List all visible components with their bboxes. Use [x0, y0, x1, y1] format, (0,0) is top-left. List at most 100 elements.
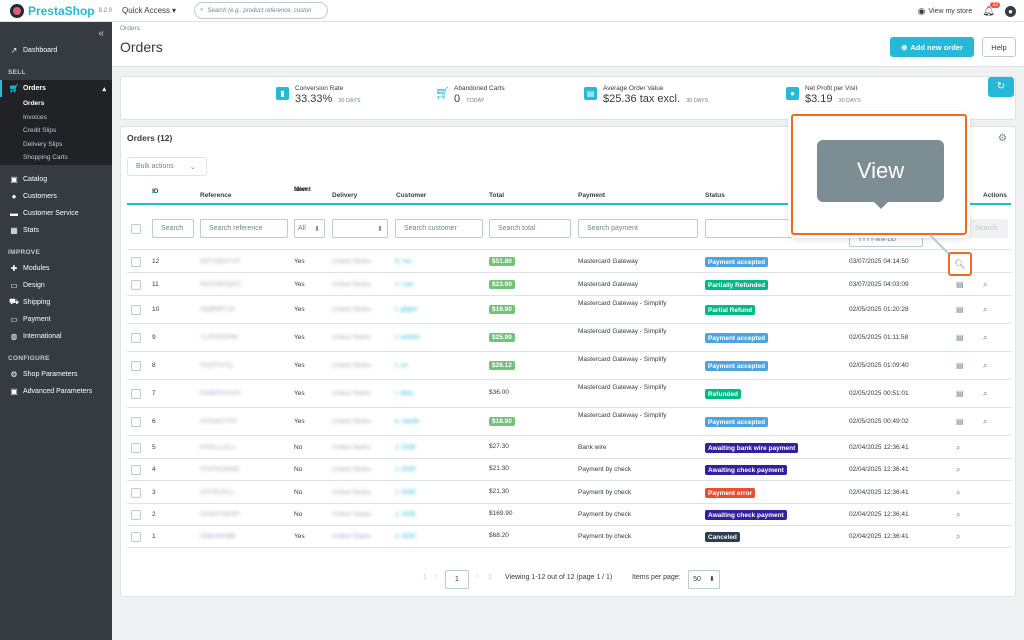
kpi-abandoned-carts[interactable]: 🛒︎ Abandoned Carts 0 TODAY [435, 85, 505, 105]
sidebar-item-dashboard[interactable]: ↗ Dashboard [0, 42, 112, 59]
filter-status-select[interactable] [705, 219, 795, 238]
customer-name[interactable]: J. DOE [395, 466, 416, 473]
column-reference[interactable]: Reference [200, 192, 231, 199]
status-badge[interactable]: Refunded [705, 389, 741, 399]
row-checkbox[interactable] [131, 417, 141, 427]
customer-name[interactable]: I. wefdrd [395, 334, 420, 341]
filter-date-to-input[interactable]: YYYY-MM-DD [849, 233, 923, 247]
magnifier-icon[interactable]: ⌕ [983, 333, 987, 343]
row-checkbox[interactable] [131, 257, 141, 267]
filter-reference-input[interactable]: Search reference [200, 219, 288, 238]
row-checkbox[interactable] [131, 532, 141, 542]
breadcrumb[interactable]: Orders [120, 25, 140, 32]
notifications-button[interactable]: 🔔︎ 22 [982, 1, 1000, 17]
sidebar-subitem-shopping-carts[interactable]: Shopping Carts [0, 151, 112, 165]
sidebar-item-advanced-parameters[interactable]: ▣ Advanced Parameters [0, 383, 112, 400]
sidebar-item-payment[interactable]: ▭ Payment [0, 311, 112, 328]
sidebar-subitem-delivery-slips[interactable]: Delivery Slips [0, 137, 112, 151]
customer-name[interactable]: J. DOE [395, 533, 416, 540]
table-row[interactable]: 10 HQBRRTJA Yes United States I. gdgrd $19.90… [127, 296, 1011, 324]
sidebar-item-customer-service[interactable]: ▬ Customer Service [0, 205, 112, 222]
page-input[interactable]: 1 [445, 570, 469, 589]
invoice-icon[interactable]: ▤ [956, 280, 964, 289]
table-row[interactable]: 1 XKBHNHBB Yes United States J. DOE $68.20 Pay… [127, 526, 1011, 548]
search-input[interactable]: ⌕ Search (e.g.: product reference, custo… [194, 2, 329, 19]
customer-name[interactable]: I. ifdss [395, 390, 414, 397]
quick-access-dropdown[interactable]: Quick Access ▾ [122, 6, 176, 15]
sidebar-item-orders[interactable]: 🛒︎ Orders ▴ [0, 80, 112, 97]
kpi-conversion-rate[interactable]: ▮ Conversion Rate 33.33% 30 DAYS [276, 85, 361, 105]
sidebar-item-customers[interactable]: ● Customers [0, 188, 112, 205]
table-row[interactable]: 8 FKQTHITQ Yes United States I. uri $26.12 Mas… [127, 352, 1011, 380]
view-store-link[interactable]: ◉ View my store [918, 6, 973, 17]
sidebar-item-catalog[interactable]: ▣ Catalog [0, 171, 112, 188]
table-row[interactable]: 9 YLIPZSOHM Yes United States I. wefdrd $25.9… [127, 324, 1011, 352]
refresh-button[interactable]: ↻ [988, 77, 1014, 97]
items-per-page-select[interactable]: 50 ⬍ [688, 570, 720, 589]
last-page-button[interactable]: 1 [488, 574, 492, 581]
filter-customer-input[interactable]: Search customer [395, 219, 483, 238]
column-status[interactable]: Status [705, 192, 725, 199]
sidebar-item-modules[interactable]: ✚ Modules [0, 260, 112, 277]
customer-name[interactable]: I. gdgrd [395, 306, 417, 313]
customer-name[interactable]: I. uri [395, 362, 408, 369]
column-delivery[interactable]: Delivery [332, 192, 357, 199]
customer-name[interactable]: J. DOE [395, 444, 416, 451]
status-badge[interactable]: Payment accepted [705, 361, 769, 371]
magnifier-icon[interactable]: ⌕ [983, 305, 987, 315]
invoice-icon[interactable]: ▤ [956, 417, 964, 426]
bulk-actions-dropdown[interactable]: Bulk actions ⌄ [127, 157, 207, 176]
kpi-net-profit[interactable]: ● Net Profit per Visit $3.19 30 DAYS [786, 85, 861, 105]
magnifier-icon[interactable]: ⌕ [983, 361, 987, 371]
status-badge[interactable]: Payment accepted [705, 333, 769, 343]
filter-id-input[interactable]: Search [152, 219, 194, 238]
invoice-icon[interactable]: ▤ [956, 333, 964, 342]
chevron-right-icon[interactable]: › [476, 573, 478, 580]
status-badge[interactable]: Payment accepted [705, 257, 769, 267]
status-badge[interactable]: Awaiting bank wire payment [705, 443, 799, 453]
logo[interactable]: PrestaShop 8.2.0 [0, 3, 112, 18]
row-checkbox[interactable] [131, 443, 141, 453]
invoice-icon[interactable]: ▤ [956, 361, 964, 370]
magnifier-icon[interactable]: ⌕ [956, 443, 960, 453]
status-badge[interactable]: Partially Refunded [705, 280, 769, 290]
search-filter-button[interactable]: Search [968, 219, 1008, 238]
status-badge[interactable]: Awaiting check payment [705, 510, 787, 520]
sidebar-item-stats[interactable]: ▦ Stats [0, 222, 112, 239]
invoice-icon[interactable]: ▤ [956, 389, 964, 398]
customer-name[interactable]: J. DOE [395, 489, 416, 496]
add-new-order-button[interactable]: ⊕ Add new order [890, 37, 974, 57]
customer-name[interactable]: J. DOE [395, 511, 416, 518]
row-checkbox[interactable] [131, 389, 141, 399]
row-checkbox[interactable] [131, 510, 141, 520]
customer-name[interactable]: J. Lee [395, 281, 413, 288]
sidebar-subitem-invoices[interactable]: Invoices [0, 110, 112, 124]
first-page-button[interactable]: 1 [423, 574, 427, 581]
table-row[interactable]: 7 EWBPHYKZK Yes United States I. ifdss $36.00… [127, 380, 1011, 408]
sidebar-subitem-orders[interactable]: Orders [0, 97, 112, 111]
sidebar-item-shop-parameters[interactable]: ⚙ Shop Parameters [0, 366, 112, 383]
magnifier-icon[interactable]: ⌕ [983, 389, 987, 399]
table-row[interactable]: 5 KHNLLLELL No United States J. DOE $27.30 Ban… [127, 436, 1011, 459]
filter-payment-input[interactable]: Search payment [578, 219, 698, 238]
column-payment[interactable]: Payment [578, 192, 605, 199]
sidebar-item-shipping[interactable]: ⛟ Shipping [0, 294, 112, 311]
help-button[interactable]: Help [982, 37, 1016, 57]
row-checkbox[interactable] [131, 361, 141, 371]
filter-new-client-select[interactable]: All ⬍ [294, 219, 325, 238]
column-total[interactable]: Total [489, 192, 504, 199]
table-row[interactable]: 6 DXSWGTFP Yes United States e. wasfe $18.90 M… [127, 408, 1011, 436]
view-button-highlighted[interactable]: 🔍︎ [948, 252, 972, 276]
sidebar-subitem-credit-slips[interactable]: Credit Slips [0, 124, 112, 138]
status-badge[interactable]: Canceled [705, 532, 740, 542]
magnifier-icon[interactable]: ⌕ [956, 465, 960, 475]
table-row[interactable]: 3 UOYEVDLL No United States J. DOE $21.30 Paym… [127, 481, 1011, 504]
status-badge[interactable]: Payment error [705, 488, 756, 498]
row-checkbox[interactable] [131, 333, 141, 343]
table-row[interactable]: 11 INCGWOQEC Yes United States J. Lee $23.90 M… [127, 273, 1011, 296]
table-row[interactable]: 4 FFATNOMNE No United States J. DOE $21.30 Pay… [127, 459, 1011, 481]
user-avatar-icon[interactable]: ● [1005, 5, 1016, 17]
row-checkbox[interactable] [131, 488, 141, 498]
sidebar-item-design[interactable]: ▭ Design [0, 277, 112, 294]
chevron-left-icon[interactable]: ‹ [435, 573, 437, 580]
